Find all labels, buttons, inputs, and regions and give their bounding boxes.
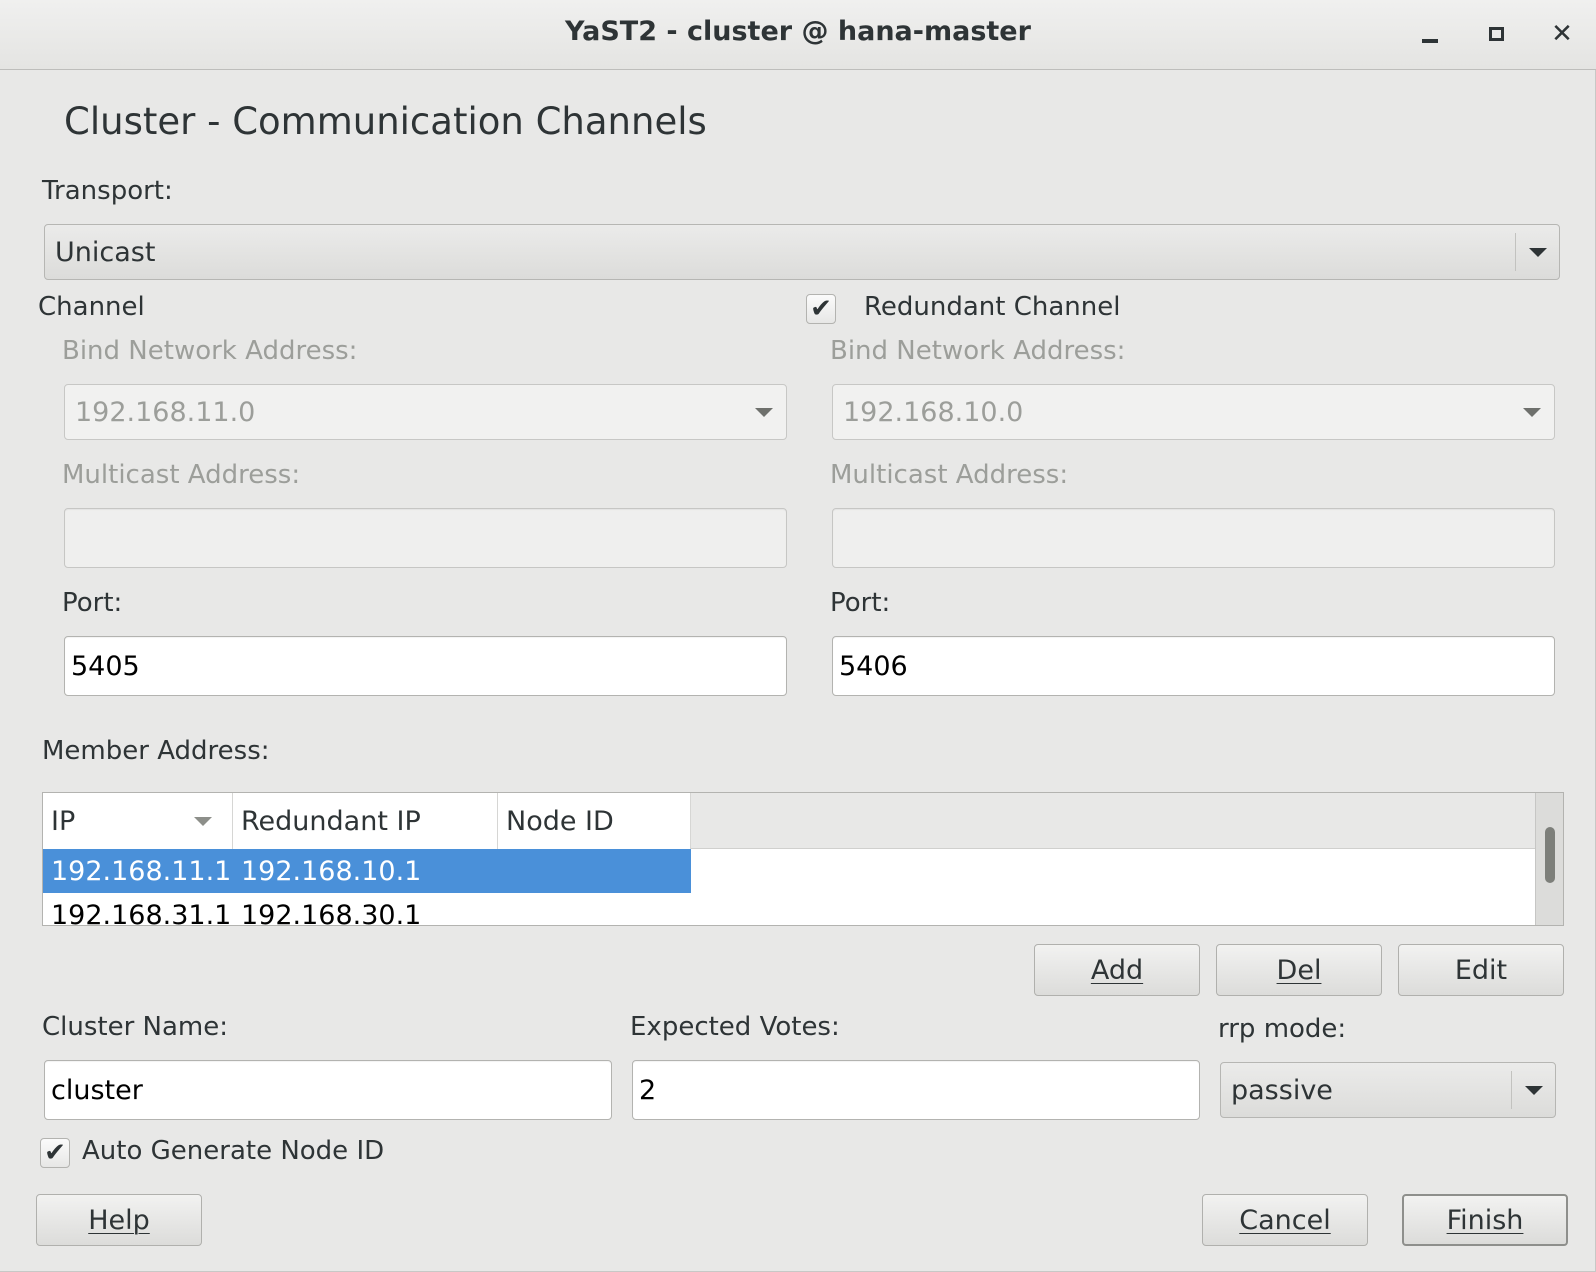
transport-value: Unicast (55, 236, 156, 268)
channel-multicast-label: Multicast Address: (62, 460, 301, 490)
cell-redundant-ip: 192.168.10.1 (241, 855, 422, 887)
yast-window: YaST2 - cluster @ hana-master ✕ Cluster … (0, 0, 1596, 1272)
transport-label: Transport: (42, 176, 173, 206)
delete-member-button[interactable]: Del (1216, 944, 1382, 996)
cancel-button[interactable]: Cancel (1202, 1194, 1368, 1246)
rrp-mode-select[interactable]: passive (1220, 1062, 1556, 1118)
redundant-port-label: Port: (830, 588, 891, 618)
checkmark-icon: ✔ (44, 1138, 66, 1168)
column-header-node-id[interactable]: Node ID (498, 793, 691, 849)
dropdown-arrow-icon (1510, 393, 1554, 431)
page-title: Cluster - Communication Channels (64, 100, 707, 143)
help-button[interactable]: Help (36, 1194, 202, 1246)
dropdown-arrow-icon (1511, 1071, 1555, 1109)
dropdown-arrow-icon (1515, 233, 1559, 271)
redundant-channel-checkbox[interactable]: ✔ (806, 294, 836, 324)
scrollbar-thumb[interactable] (1545, 827, 1555, 883)
transport-select[interactable]: Unicast (44, 224, 1560, 280)
close-button[interactable]: ✕ (1542, 14, 1582, 54)
minimize-button[interactable] (1410, 14, 1450, 54)
title-bar: YaST2 - cluster @ hana-master ✕ (0, 0, 1596, 70)
channel-bind-select[interactable]: 192.168.11.0 (64, 384, 787, 440)
rrp-mode-label: rrp mode: (1218, 1014, 1347, 1044)
cell-ip: 192.168.31.1 (51, 899, 232, 926)
column-header-redundant-ip[interactable]: Redundant IP (233, 793, 498, 849)
channel-bind-label: Bind Network Address: (62, 336, 358, 366)
channel-bind-value: 192.168.11.0 (75, 396, 256, 428)
channel-multicast-input[interactable] (64, 508, 787, 568)
edit-member-button[interactable]: Edit (1398, 944, 1564, 996)
sort-arrow-icon (194, 817, 212, 826)
redundant-bind-select[interactable]: 192.168.10.0 (832, 384, 1555, 440)
maximize-icon (1488, 27, 1504, 41)
maximize-button[interactable] (1476, 14, 1516, 54)
dropdown-arrow-icon (742, 393, 786, 431)
finish-button[interactable]: Finish (1402, 1194, 1568, 1246)
cluster-name-input[interactable]: cluster (44, 1060, 612, 1120)
rrp-mode-value: passive (1231, 1074, 1333, 1106)
channel-port-label: Port: (62, 588, 123, 618)
cell-ip: 192.168.11.1 (51, 855, 232, 887)
redundant-multicast-input[interactable] (832, 508, 1555, 568)
channel-port-input[interactable]: 5405 (64, 636, 787, 696)
close-icon: ✕ (1551, 19, 1573, 49)
minimize-icon (1422, 39, 1438, 43)
auto-generate-node-id-checkbox[interactable]: ✔ (40, 1138, 70, 1168)
expected-votes-label: Expected Votes: (630, 1012, 840, 1042)
member-address-table[interactable]: IP Redundant IP Node ID 192.168.11.1 192… (42, 792, 1564, 926)
window-title: YaST2 - cluster @ hana-master (565, 16, 1031, 47)
channel-heading: Channel (38, 292, 145, 322)
table-scrollbar[interactable] (1535, 793, 1563, 925)
cell-redundant-ip: 192.168.30.1 (241, 899, 422, 926)
add-member-button[interactable]: Add (1034, 944, 1200, 996)
redundant-channel-heading[interactable]: Redundant Channel (864, 292, 1120, 322)
auto-generate-node-id-label[interactable]: Auto Generate Node ID (82, 1136, 384, 1166)
table-header: IP Redundant IP Node ID (43, 793, 1537, 849)
redundant-port-input[interactable]: 5406 (832, 636, 1555, 696)
member-address-label: Member Address: (42, 736, 270, 766)
column-header-ip[interactable]: IP (43, 793, 233, 849)
expected-votes-input[interactable]: 2 (632, 1060, 1200, 1120)
redundant-bind-value: 192.168.10.0 (843, 396, 1024, 428)
table-row[interactable]: 192.168.11.1 192.168.10.1 (43, 849, 691, 893)
checkmark-icon: ✔ (810, 294, 832, 324)
redundant-bind-label: Bind Network Address: (830, 336, 1126, 366)
table-row[interactable]: 192.168.31.1 192.168.30.1 (43, 893, 691, 926)
cluster-name-label: Cluster Name: (42, 1012, 229, 1042)
redundant-multicast-label: Multicast Address: (830, 460, 1069, 490)
